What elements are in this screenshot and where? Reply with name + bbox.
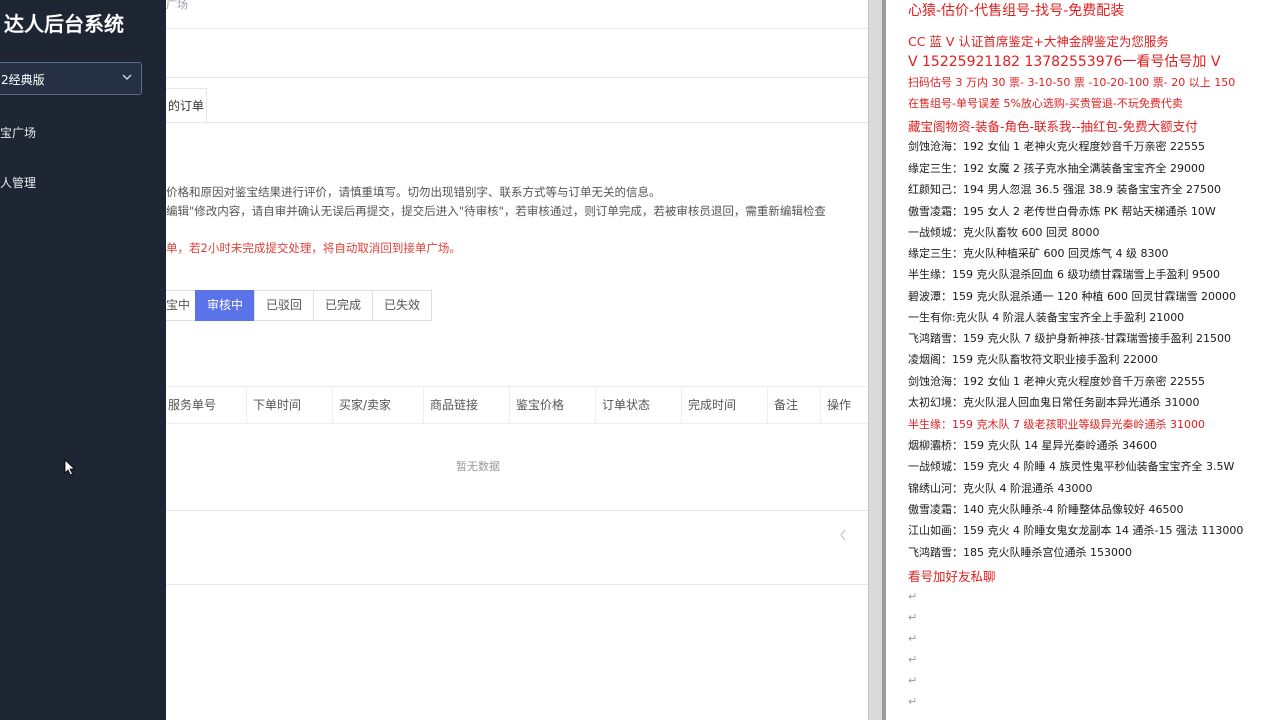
document-line: 半生缘：159 克火队混杀回血 6 级功绩甘霖瑞雪上手盈利 9500 — [908, 268, 1220, 281]
document-line: 藏宝阁物资-装备-角色-联系我--抽红包-免费大额支付 — [908, 119, 1198, 134]
document-line: 飞鸿踏雪：159 克火队 7 级护身新神孩-甘霖瑞雪接手盈利 21500 — [908, 332, 1231, 345]
document-line: 一战倾城：克火队畜牧 600 回灵 8000 — [908, 226, 1100, 239]
document-line: 剑蚀沧海：192 女仙 1 老神火克火程度妙音千万亲密 22555 — [908, 140, 1205, 153]
breadcrumb[interactable]: 广场 — [166, 0, 188, 12]
edition-select-value: 2经典版 — [1, 73, 45, 87]
divider — [166, 77, 868, 78]
document-line: 一生有你:克火队 4 阶混人装备宝宝齐全上手盈利 21000 — [908, 311, 1185, 324]
document-line: 红颜知己：194 男人忽混 36.5 强混 38.9 装备宝宝齐全 27500 — [908, 183, 1221, 196]
column-header: 操作 — [827, 398, 852, 412]
document-line: 扫码估号 3 万内 30 票- 3-10-50 票 -10-20-100 票- … — [908, 76, 1236, 89]
sidebar-item-plaza[interactable]: 宝广场 — [0, 124, 36, 141]
document-line: V 15225921182 13782553976一看号估号加 V — [908, 54, 1221, 70]
status-tab-completed[interactable]: 已完成 — [313, 290, 374, 321]
document-line: 飞鸿踏雪：185 克火队睡杀宫位通杀 153000 — [908, 546, 1132, 559]
column-header: 买家/卖家 — [333, 387, 424, 423]
status-tab-reviewing[interactable]: 审核中 — [195, 290, 256, 321]
divider — [166, 28, 868, 29]
divider — [166, 584, 868, 585]
document-line: 在售组号-单号误差 5%放心选购-买贵管退-不玩免费代卖 — [908, 97, 1183, 110]
main-panel: 广场 的订单 价格和原因对鉴宝结果进行评价，请慎重填写。切勿出现错别字、联系方式… — [166, 0, 868, 720]
document-line: 锦绣山河：克火队 4 阶混通杀 43000 — [908, 482, 1093, 495]
tab-my-orders[interactable]: 的订单 — [166, 88, 207, 122]
document-line: 剑蚀沧海：192 女仙 1 老神火克火程度妙音千万亲密 22555 — [908, 375, 1205, 388]
document-line: CC 蓝 V 认证首席鉴定+大神金牌鉴定为您服务 — [908, 34, 1169, 49]
status-tab-expired[interactable]: 已失效 — [372, 290, 433, 321]
status-tab-rejected[interactable]: 已驳回 — [254, 290, 315, 321]
sidebar-item-management[interactable]: 人管理 — [0, 174, 36, 191]
document-line: 傲雪凌霜：140 克火队睡杀-4 阶睡整体品像较好 46500 — [908, 503, 1184, 516]
document-line: 烟柳灞桥：159 克火队 14 星异光秦岭通杀 34600 — [908, 439, 1157, 452]
window-splitter[interactable] — [868, 0, 883, 720]
column-header: 完成时间 — [682, 387, 768, 423]
document-line: 心猿-估价-代售组号-找号-免费配装 — [908, 3, 1125, 19]
status-tab-appraising[interactable]: 宝中 — [166, 290, 196, 321]
paragraph-mark-icon: ↵ — [908, 674, 918, 687]
document-line: 江山如画：159 克火 4 阶睡女鬼女龙副本 14 通杀-15 强法 11300… — [908, 524, 1244, 537]
edition-select[interactable]: 2经典版 — [0, 62, 142, 95]
column-header: 商品链接 — [424, 387, 510, 423]
document-line: 缘定三生：克火队种植采矿 600 回灵炼气 4 级 8300 — [908, 247, 1169, 260]
chevron-left-icon[interactable] — [838, 528, 848, 542]
status-filter: 宝中 审核中 已驳回 已完成 已失效 — [166, 290, 433, 321]
document-line: 看号加好友私聊 — [908, 569, 996, 584]
document-line: 一战倾城：159 克火 4 阶睡 4 族灵性鬼平秒仙装备宝宝齐全 3.5W — [908, 460, 1235, 473]
document-line: 碧波潭：159 克火队混杀通一 120 种植 600 回灵甘霖瑞雪 20000 — [908, 290, 1236, 303]
column-header: 服务单号 — [166, 387, 247, 423]
column-header: 下单时间 — [247, 387, 333, 423]
chevron-down-icon — [122, 74, 132, 80]
document-line: 太初幻境：克火队混人回血鬼日常任务副本异光通杀 31000 — [908, 396, 1200, 409]
column-header: 订单状态 — [596, 387, 682, 423]
paragraph-mark-icon: ↵ — [908, 611, 918, 624]
app-title: 达人后台系统 — [4, 12, 124, 36]
column-header: 备注 — [768, 387, 821, 423]
document-line: 半生缘：159 克木队 7 级老孩职业等级异光秦岭通杀 31000 — [908, 418, 1205, 431]
paragraph-mark-icon: ↵ — [908, 653, 918, 666]
notice-line: 价格和原因对鉴宝结果进行评价，请慎重填写。切勿出现错别字、联系方式等与订单无关的… — [166, 185, 661, 199]
mouse-cursor-icon — [64, 459, 76, 476]
document-line: 凌烟阁：159 克火队畜牧符文职业接手盈利 22000 — [908, 353, 1158, 366]
sidebar: 达人后台系统 2经典版 宝广场 人管理 — [0, 0, 166, 720]
paragraph-mark-icon: ↵ — [908, 695, 918, 708]
document-line: 缘定三生：192 女魔 2 孩子克水抽全满装备宝宝齐全 29000 — [908, 162, 1205, 175]
document-line: 傲雪凌霜：195 女人 2 老传世白骨赤炼 PK 帮站天梯通杀 10W — [908, 205, 1216, 218]
divider — [166, 122, 868, 123]
paragraph-mark-icon: ↵ — [908, 632, 918, 645]
column-header: 鉴宝价格 — [510, 387, 596, 423]
divider — [166, 510, 868, 511]
document-panel: 心猿-估价-代售组号-找号-免费配装 CC 蓝 V 认证首席鉴定+大神金牌鉴定为您… — [886, 0, 1280, 720]
table-header: 服务单号 下单时间 买家/卖家 商品链接 鉴宝价格 订单状态 完成时间 备注 操… — [166, 386, 868, 424]
paragraph-mark-icon: ↵ — [908, 590, 918, 603]
notice-warning: 单，若2小时未完成提交处理，将自动取消回到接单广场。 — [166, 241, 461, 255]
empty-state: 暂无数据 — [456, 460, 500, 473]
notice-line: 编辑"修改内容，请自审并确认无误后再提交，提交后进入"待审核"，若审核通过，则订… — [166, 204, 826, 218]
